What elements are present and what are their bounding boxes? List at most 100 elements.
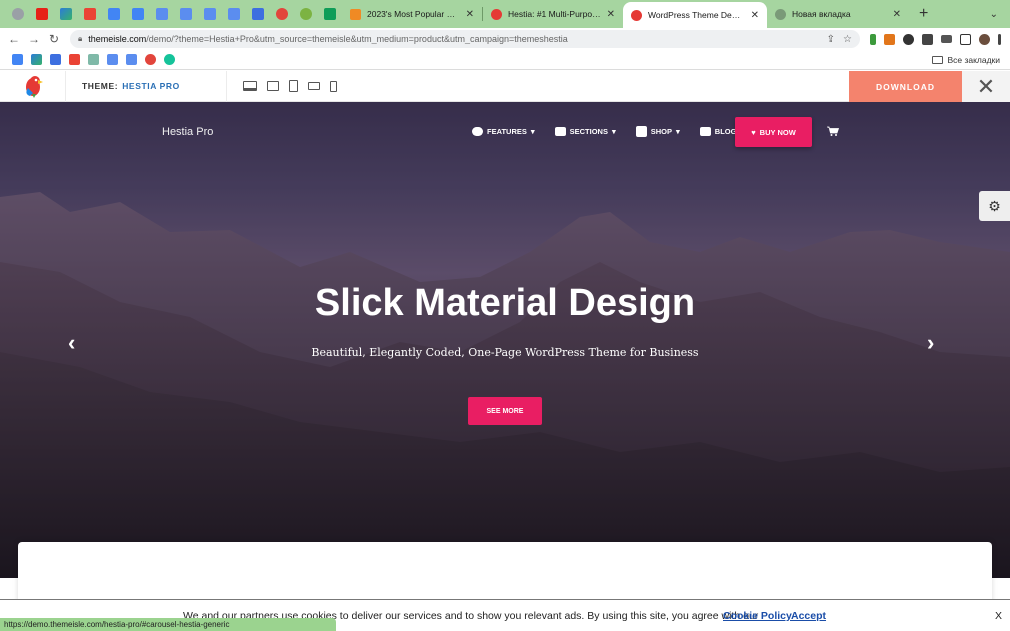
bookmark[interactable] (122, 50, 141, 70)
browser-tab-active[interactable]: WordPress Theme Demo | The ✕ (623, 2, 767, 28)
close-tab-icon[interactable]: ✕ (893, 9, 901, 20)
carousel-prev-icon[interactable]: ‹ (68, 330, 75, 356)
close-cookie-button[interactable]: X (995, 610, 1002, 622)
menu-icon[interactable] (998, 33, 1001, 45)
bookmark[interactable] (141, 50, 160, 70)
chrome-icon (12, 8, 24, 20)
media-icon[interactable] (941, 35, 952, 43)
download-button[interactable]: DOWNLOAD (849, 71, 962, 102)
pinned-tab[interactable] (126, 0, 150, 28)
carousel-next-icon[interactable]: › (927, 330, 934, 356)
address-bar[interactable]: 🔒︎ themeisle.com/demo/?theme=Hestia+Pro&… (70, 30, 860, 48)
orange-icon (350, 8, 361, 20)
cart-icon[interactable] (827, 126, 839, 136)
puzzle-icon[interactable] (922, 33, 933, 45)
bookmarks-bar: Все закладки (0, 50, 1010, 70)
gear-icon[interactable]: ⚙ (979, 191, 1010, 221)
bookmark[interactable] (46, 50, 65, 70)
menu-item-features[interactable]: FEATURES ▾ (472, 127, 535, 136)
pinned-tab[interactable] (270, 0, 294, 28)
close-tab-icon[interactable]: ✕ (607, 9, 615, 20)
caret-icon: ▾ (676, 127, 680, 136)
see-more-button[interactable]: SEE MORE (468, 397, 542, 425)
url-path: /demo/?theme=Hestia+Pro&utm_source=theme… (146, 34, 568, 44)
bookmark-star-icon[interactable]: ☆ (843, 34, 852, 45)
sections-icon (554, 127, 566, 136)
hero-subheadline: Beautiful, Elegantly Coded, One-Page Wor… (311, 346, 699, 359)
translate-icon (228, 8, 240, 20)
shop-icon (635, 126, 647, 137)
pinned-tab[interactable] (150, 0, 174, 28)
menu-item-shop[interactable]: SHOP ▾ (635, 126, 680, 137)
caret-icon: ▾ (530, 127, 535, 136)
pinned-tab[interactable] (198, 0, 222, 28)
bookmark[interactable] (27, 50, 46, 70)
folder-icon (932, 55, 944, 64)
extension-icon[interactable] (870, 33, 876, 45)
bookmark[interactable] (84, 50, 103, 70)
all-bookmarks[interactable]: Все закладки (932, 55, 1010, 65)
app-icon (31, 54, 42, 65)
close-demo-icon[interactable]: ✕ (962, 71, 1010, 102)
tablet-landscape-icon[interactable] (308, 82, 320, 90)
close-tab-icon[interactable]: ✕ (466, 9, 474, 20)
bookmark[interactable] (103, 50, 122, 70)
pinned-tab[interactable] (246, 0, 270, 28)
browser-tab[interactable]: Новая вкладка ✕ (767, 0, 909, 28)
forms-icon (50, 54, 61, 65)
pinned-tab[interactable] (294, 0, 318, 28)
menu-label: BLOG (714, 127, 737, 136)
hero-headline: Slick Material Design (314, 282, 696, 324)
forms-icon (252, 8, 264, 20)
docs-icon (12, 54, 23, 65)
bookmark[interactable] (160, 50, 179, 70)
avatar[interactable] (979, 33, 990, 45)
sidebar-icon[interactable] (960, 33, 971, 45)
tab-title: Hestia: #1 Multi-Purpose Wor (508, 9, 601, 19)
tab-title: Новая вкладка (792, 9, 851, 19)
pinned-tab[interactable] (222, 0, 246, 28)
menu-label: SHOP (650, 127, 673, 136)
pinned-tab[interactable] (318, 0, 342, 28)
phone-icon[interactable] (330, 80, 337, 92)
gmail-icon (69, 54, 80, 65)
tab-search-chevron-icon[interactable]: ⌄ (990, 9, 1010, 20)
blog-icon (699, 127, 711, 136)
back-icon[interactable]: ← (4, 32, 24, 46)
heart-icon: ♥ (751, 127, 756, 137)
site-title[interactable]: Hestia Pro (162, 126, 213, 138)
browser-tab[interactable]: Hestia: #1 Multi-Purpose Wor ✕ (483, 0, 623, 28)
pinned-tab[interactable] (174, 0, 198, 28)
browser-tab[interactable]: 2023's Most Popular and Best ✕ (342, 0, 482, 28)
translate-icon (204, 8, 216, 20)
close-tab-icon[interactable]: ✕ (751, 10, 759, 21)
buy-now-button[interactable]: ♥ BUY NOW (735, 117, 812, 147)
share-icon[interactable]: ⇪ (827, 34, 835, 45)
cookie-policy-link[interactable]: Cookie Policy (723, 610, 792, 622)
youtube-icon (36, 8, 48, 20)
forward-icon[interactable]: → (24, 32, 44, 46)
accept-cookies-link[interactable]: Accept (791, 610, 826, 622)
new-tab-button[interactable]: + (909, 5, 938, 23)
extension-icon[interactable] (903, 33, 914, 45)
metamask-icon[interactable] (884, 33, 895, 45)
bookmark[interactable] (65, 50, 84, 70)
parrot-icon (25, 76, 43, 98)
desktop-icon[interactable] (243, 81, 257, 91)
menu-item-sections[interactable]: SECTIONS ▾ (554, 127, 616, 136)
tablet-portrait-icon[interactable] (289, 80, 298, 92)
pinned-tab[interactable] (102, 0, 126, 28)
site-info-icon[interactable]: 🔒︎ (78, 34, 82, 44)
themeisle-logo[interactable] (0, 70, 66, 102)
reload-icon[interactable]: ↻ (44, 32, 64, 46)
translate-icon (107, 54, 118, 65)
menu-label: FEATURES (487, 127, 527, 136)
tab-title: WordPress Theme Demo | The (648, 10, 745, 20)
theme-name-label: THEME: HESTIA PRO (66, 70, 227, 102)
pinned-tab[interactable] (30, 0, 54, 28)
pinned-tab[interactable] (6, 0, 30, 28)
laptop-icon[interactable] (267, 81, 279, 91)
bookmark[interactable] (8, 50, 27, 70)
pinned-tab[interactable] (54, 0, 78, 28)
pinned-tab[interactable] (78, 0, 102, 28)
